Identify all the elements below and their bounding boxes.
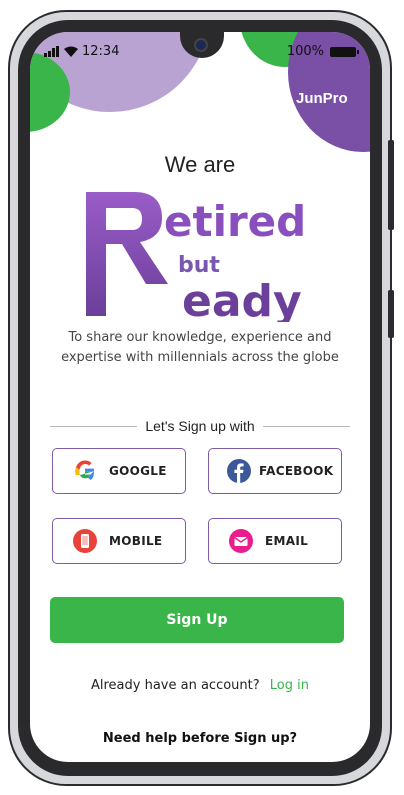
battery-icon [330,46,359,57]
tagline: To share our knowledge, experience and e… [61,330,339,365]
battery-percent: 100% [286,44,324,59]
status-time: 12:34 [82,44,120,59]
signup-heading: Let's Sign up with [145,418,255,434]
mobile-icon [73,529,97,553]
signal-icon [44,46,59,57]
login-prompt: Already have an account? Log in [30,678,370,693]
google-icon [73,459,97,483]
email-label: EMAIL [265,534,309,548]
mobile-label: MOBILE [109,534,163,548]
front-camera [194,38,208,52]
status-bar: 12:34 100% [30,32,370,72]
facebook-signup-button[interactable]: FACEBOOK [208,448,342,494]
phone-side-button [388,290,394,338]
logo-word-retired: etired [164,197,306,246]
status-right: 100% [286,44,359,59]
facebook-label: FACEBOOK [259,464,334,478]
app-screen: JunPro 12:34 100% We are etired but eady… [30,32,370,762]
signup-divider: Let's Sign up with [50,416,351,436]
email-icon [229,529,253,553]
mobile-signup-button[interactable]: MOBILE [52,518,186,564]
status-left: 12:34 [44,44,119,59]
brand-name: JunPro [296,90,348,107]
facebook-icon [227,459,251,483]
divider-line [50,425,138,427]
wifi-icon [64,46,78,57]
help-link[interactable]: Need help before Sign up? [30,731,370,746]
logo-word-but: but [178,253,220,278]
logo-word-ready: eady [182,276,302,322]
divider-line [262,425,351,427]
google-label: GOOGLE [109,464,167,478]
login-link[interactable]: Log in [270,678,309,693]
signup-button[interactable]: Sign Up [50,597,344,643]
retired-but-ready-logo: etired but eady [86,192,306,322]
intro-text: We are [164,152,236,177]
email-signup-button[interactable]: EMAIL [208,518,342,564]
have-account-text: Already have an account? [90,678,260,693]
phone-side-button [388,140,394,230]
google-signup-button[interactable]: GOOGLE [52,448,186,494]
